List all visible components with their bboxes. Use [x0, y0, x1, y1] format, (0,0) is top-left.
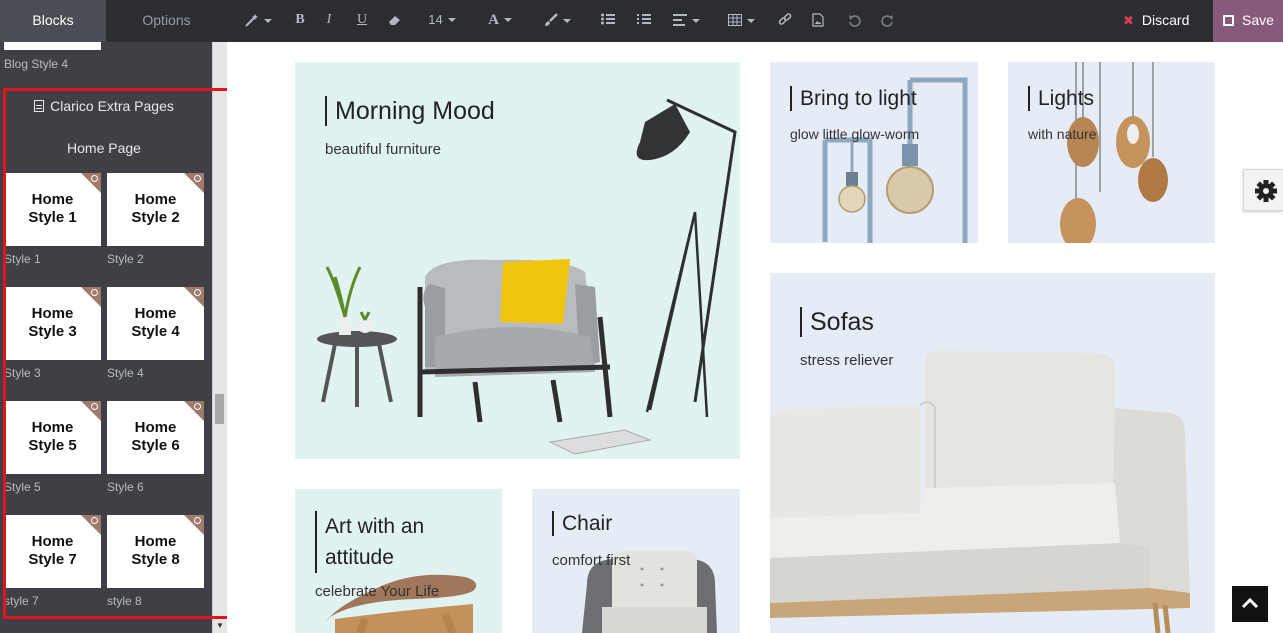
scroll-down-arrow-icon[interactable]: ▼ — [213, 619, 227, 633]
snippet-home-style-4[interactable]: Home Style 4 — [107, 287, 204, 360]
card-title[interactable]: Art with an attitude — [315, 511, 424, 573]
redo-icon[interactable] — [877, 0, 897, 42]
bold-icon[interactable]: B — [291, 0, 309, 42]
link-icon[interactable] — [775, 0, 795, 42]
scrollbar-thumb[interactable] — [215, 394, 224, 424]
snippet-label: Home Style 6 — [131, 419, 180, 454]
gear-icon[interactable] — [1243, 169, 1283, 211]
snippet-caption: Style 6 — [107, 480, 144, 494]
magic-wand-icon[interactable] — [241, 0, 275, 42]
font-color-icon[interactable]: A — [483, 0, 517, 42]
tab-blocks[interactable]: Blocks — [0, 0, 106, 42]
snippets-list[interactable]: Blog Style 4 Clarico Extra Pages Home Pa… — [0, 42, 212, 633]
tab-options[interactable]: Options — [106, 0, 227, 42]
underline-icon[interactable]: U — [353, 0, 371, 42]
discard-button[interactable]: ✖ Discard — [1123, 0, 1213, 42]
card-subtitle[interactable]: stress reliever — [800, 352, 893, 369]
website-canvas[interactable]: Morning Mood beautiful furniture Bring t… — [227, 42, 1283, 633]
card-morning-mood[interactable]: Morning Mood beautiful furniture — [295, 62, 740, 459]
snippets-panel: Blocks Options Blog Style 4 Clarico Extr… — [0, 0, 227, 633]
paint-brush-icon[interactable] — [539, 0, 575, 42]
card-title[interactable]: Bring to light — [790, 86, 917, 112]
snippet-caption: Style 3 — [4, 366, 41, 380]
editor-toolbar: B I U 14 A ✖ Discard Save — [227, 0, 1283, 42]
document-icon — [34, 100, 45, 112]
snippet-caption: style 7 — [4, 594, 39, 608]
paragraph-align-icon[interactable] — [668, 0, 704, 42]
card-subtitle[interactable]: beautiful furniture — [325, 141, 441, 158]
category-subtitle: Home Page — [67, 140, 141, 156]
snippet-home-style-5[interactable]: Home Style 5 — [4, 401, 101, 474]
card-sofas[interactable]: Sofas stress reliever — [770, 273, 1215, 633]
card-title[interactable]: Sofas — [800, 307, 874, 337]
bullet-list-icon[interactable] — [598, 0, 618, 42]
panel-tabs: Blocks Options — [0, 0, 227, 42]
snippet-label: Home Style 3 — [28, 305, 77, 340]
card-title[interactable]: Lights — [1028, 86, 1094, 112]
save-disk-icon — [1223, 15, 1234, 26]
category-title-text: Clarico Extra Pages — [50, 98, 174, 114]
snippet-home-style-7[interactable]: Home Style 7 — [4, 515, 101, 588]
snippet-label: Home Style 8 — [131, 533, 180, 568]
card-art-with-an-attitude[interactable]: Art with an attitude celebrate Your Life — [295, 489, 502, 633]
snippet-home-style-8[interactable]: Home Style 8 — [107, 515, 204, 588]
undo-icon[interactable] — [844, 0, 864, 42]
close-icon: ✖ — [1123, 13, 1134, 28]
font-size-dropdown[interactable]: 14 — [423, 0, 461, 42]
card-bring-to-light[interactable]: Bring to light glow little glow-worm — [770, 62, 978, 243]
card-chair[interactable]: Chair comfort first — [532, 489, 740, 633]
snippet-label: Home Style 1 — [28, 191, 77, 226]
snippet-caption: style 8 — [107, 594, 142, 608]
eraser-icon[interactable] — [385, 0, 405, 42]
snippet-label: Home Style 5 — [28, 419, 77, 454]
snippet-label: Home Style 7 — [28, 533, 77, 568]
snippet-label: Home Style 2 — [131, 191, 180, 226]
save-button[interactable]: Save — [1213, 0, 1283, 42]
card-subtitle[interactable]: with nature — [1028, 126, 1096, 142]
snippet-caption: Style 1 — [4, 252, 41, 266]
card-subtitle[interactable]: glow little glow-worm — [790, 126, 919, 142]
card-title[interactable]: Morning Mood — [325, 96, 495, 126]
category-title: Clarico Extra Pages — [0, 98, 208, 114]
scroll-to-top-button[interactable] — [1232, 586, 1268, 622]
image-icon[interactable] — [808, 0, 828, 42]
snippet-caption: Style 5 — [4, 480, 41, 494]
card-subtitle[interactable]: celebrate Your Life — [315, 583, 439, 600]
card-subtitle[interactable]: comfort first — [552, 552, 630, 569]
table-icon[interactable] — [723, 0, 759, 42]
chevron-up-icon — [1241, 597, 1259, 609]
snippet-caption: Style 4 — [107, 366, 144, 380]
numbered-list-icon[interactable] — [634, 0, 654, 42]
snippet-home-style-1[interactable]: Home Style 1 — [4, 173, 101, 246]
snippet-home-style-6[interactable]: Home Style 6 — [107, 401, 204, 474]
snippet-caption: Style 2 — [107, 252, 144, 266]
snippet-label: Home Style 4 — [131, 305, 180, 340]
blog-style-4-thumbnail[interactable] — [4, 42, 101, 50]
card-title[interactable]: Chair — [552, 511, 612, 537]
snippet-home-style-2[interactable]: Home Style 2 — [107, 173, 204, 246]
italic-icon[interactable]: I — [322, 0, 336, 42]
snippet-caption: Blog Style 4 — [4, 57, 69, 71]
snippet-home-style-3[interactable]: Home Style 3 — [4, 287, 101, 360]
card-lights[interactable]: Lights with nature — [1008, 62, 1215, 243]
panel-scrollbar[interactable]: ▼ — [212, 42, 227, 633]
